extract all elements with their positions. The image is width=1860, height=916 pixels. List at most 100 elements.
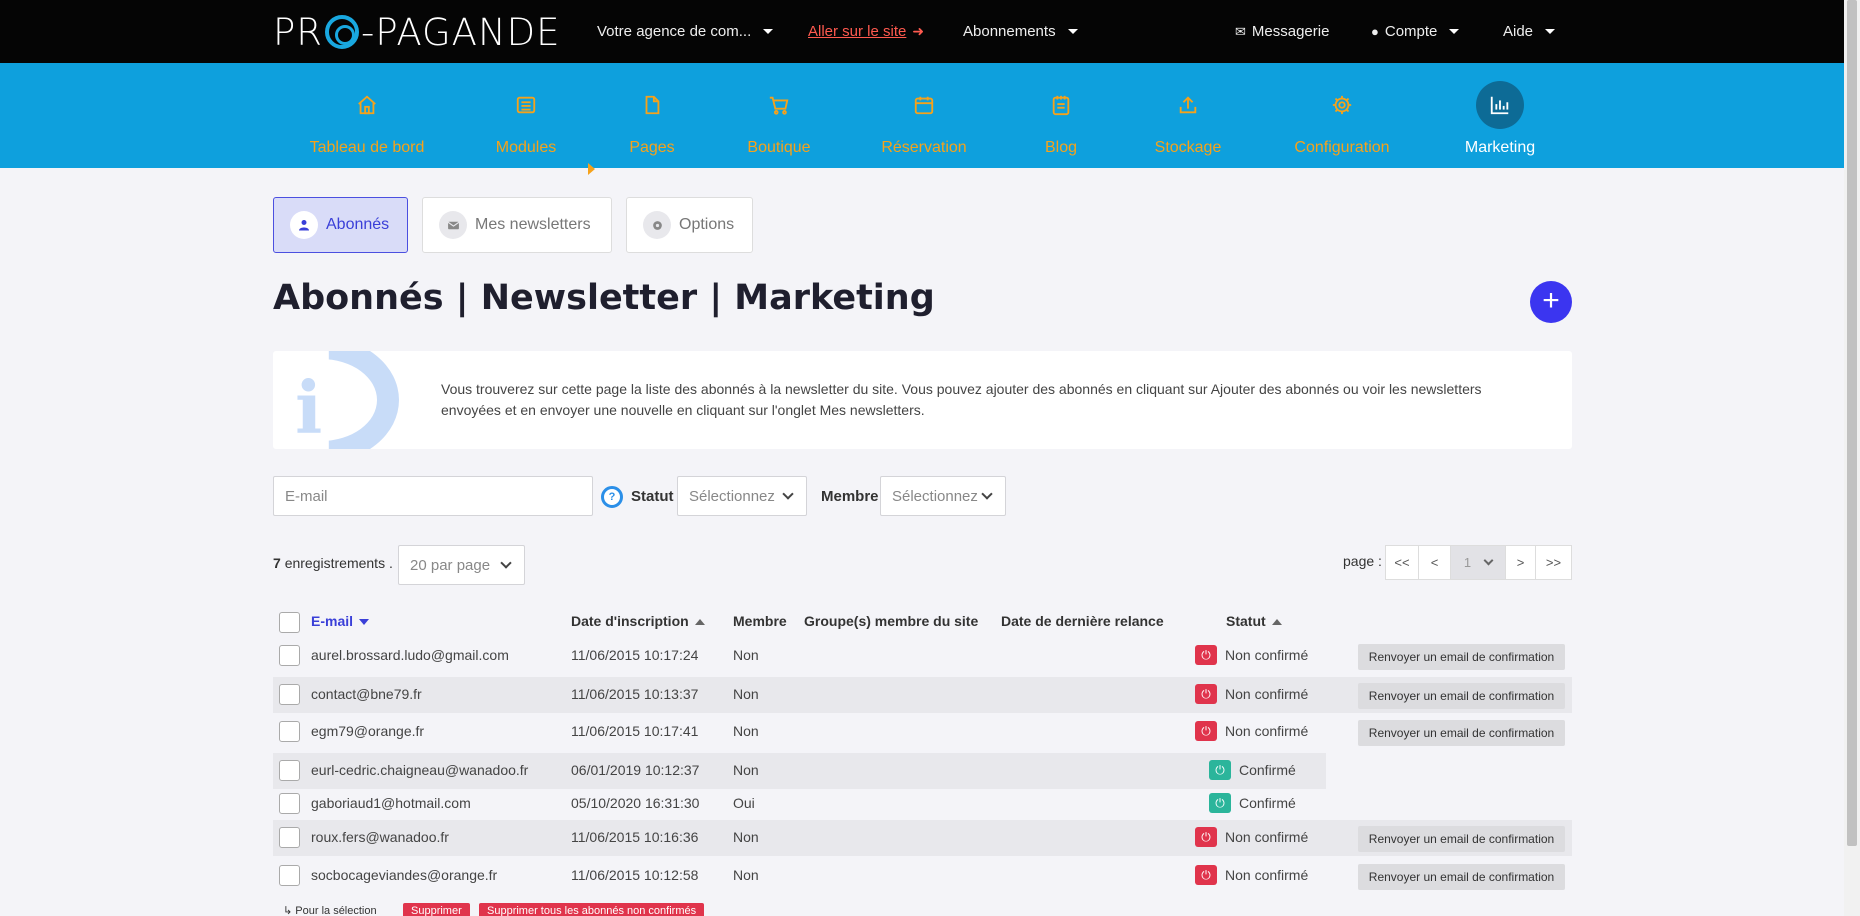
pager-prev-button[interactable]: <	[1418, 545, 1451, 580]
add-subscriber-button[interactable]: +	[1530, 281, 1572, 323]
delete-unconfirmed-button[interactable]: Supprimer tous les abonnés non confirmés	[479, 903, 705, 916]
visit-site-link[interactable]: Aller sur le site ➜	[808, 0, 924, 63]
tab-subscribers[interactable]: Abonnés	[273, 197, 408, 253]
account-dropdown[interactable]: ● Compte	[1371, 0, 1460, 63]
pager-first-button[interactable]: <<	[1385, 545, 1419, 580]
user-circle-icon: ●	[1371, 24, 1379, 39]
logo[interactable]: PR -PAGANDE	[273, 11, 561, 54]
status-filter-select[interactable]: Sélectionnez	[677, 476, 807, 516]
nav-item-pages[interactable]: Pages	[622, 63, 682, 168]
delete-selected-button[interactable]: Supprimer	[403, 903, 470, 916]
info-panel: i Vous trouverez sur cette page la liste…	[273, 351, 1572, 449]
power-icon[interactable]: ⏻	[1195, 684, 1217, 704]
table-row: eurl-cedric.chaigneau@wanadoo.fr 06/01/2…	[273, 753, 1326, 789]
subscriptions-dropdown[interactable]: Abonnements	[963, 0, 1078, 63]
member-filter-label: Membre	[821, 488, 879, 505]
messages-link[interactable]: ✉ Messagerie	[1235, 0, 1329, 63]
nav-item-blog[interactable]: Blog	[1040, 63, 1082, 168]
pager-last-button[interactable]: >>	[1535, 545, 1572, 580]
row-checkbox[interactable]	[279, 645, 300, 666]
agency-dropdown[interactable]: Votre agence de com...	[597, 0, 774, 63]
tab-label: Mes newsletters	[475, 216, 591, 233]
column-header-member[interactable]: Membre	[733, 613, 787, 629]
member-filter-select[interactable]: Sélectionnez	[880, 476, 1006, 516]
column-header-groups[interactable]: Groupe(s) membre du site	[804, 613, 978, 629]
row-checkbox[interactable]	[279, 760, 300, 781]
per-page-select[interactable]: 20 par page	[398, 545, 525, 585]
external-link-icon: ➜	[912, 23, 925, 39]
chevron-right-icon	[588, 163, 595, 175]
row-date: 11/06/2015 10:13:37	[571, 686, 699, 702]
row-checkbox[interactable]	[279, 793, 300, 814]
page-scrollbar[interactable]	[1844, 0, 1860, 916]
column-header-status[interactable]: Statut	[1226, 613, 1282, 629]
nav-label: Stockage	[1154, 139, 1222, 156]
nav-item-marketing[interactable]: Marketing	[1460, 63, 1540, 168]
row-email: eurl-cedric.chaigneau@wanadoo.fr	[311, 762, 529, 778]
account-label: Compte	[1384, 23, 1438, 40]
nav-item-shop[interactable]: Boutique	[742, 63, 816, 168]
nav-item-configuration[interactable]: Configuration	[1290, 63, 1394, 168]
column-header-date[interactable]: Date d'inscription	[571, 613, 705, 629]
messages-label: Messagerie	[1251, 23, 1330, 40]
row-email: roux.fers@wanadoo.fr	[311, 829, 449, 845]
bulk-label-text: Pour la sélection	[295, 905, 377, 916]
row-checkbox[interactable]	[279, 827, 300, 848]
row-status: Non confirmé	[1225, 867, 1309, 883]
table-row: aurel.brossard.ludo@gmail.com 11/06/2015…	[273, 637, 1572, 673]
record-count-number: 7	[273, 555, 281, 571]
member-filter-value: Sélectionnez	[892, 487, 978, 505]
row-email: egm79@orange.fr	[311, 723, 425, 739]
scrollbar-thumb[interactable]	[1847, 0, 1857, 846]
pager-current-value: 1	[1463, 555, 1472, 570]
tab-options[interactable]: Options	[626, 197, 753, 253]
power-icon[interactable]: ⏻	[1209, 793, 1231, 813]
tab-my-newsletters[interactable]: Mes newsletters	[422, 197, 612, 253]
power-icon[interactable]: ⏻	[1195, 721, 1217, 741]
row-status: Non confirmé	[1225, 686, 1309, 702]
power-icon[interactable]: ⏻	[1195, 827, 1217, 847]
email-filter-input[interactable]: E-mail	[273, 476, 593, 516]
resend-confirmation-button[interactable]: Renvoyer un email de confirmation	[1358, 644, 1565, 670]
row-email: aurel.brossard.ludo@gmail.com	[311, 647, 509, 663]
nav-item-dashboard[interactable]: Tableau de bord	[308, 63, 426, 168]
row-checkbox[interactable]	[279, 721, 300, 742]
row-date: 11/06/2015 10:12:58	[571, 867, 699, 883]
column-header-last-reminder[interactable]: Date de dernière relance	[1001, 613, 1164, 629]
row-date: 11/06/2015 10:17:41	[571, 723, 699, 739]
record-count: 7 enregistrements .	[273, 555, 393, 571]
row-checkbox[interactable]	[279, 865, 300, 886]
chevron-down-icon	[981, 488, 993, 500]
caret-down-icon	[1067, 29, 1078, 34]
row-member: Non	[733, 829, 759, 845]
page-icon	[628, 81, 676, 129]
resend-confirmation-button[interactable]: Renvoyer un email de confirmation	[1358, 826, 1565, 852]
nav-item-booking[interactable]: Réservation	[876, 63, 972, 168]
select-all-checkbox[interactable]	[279, 612, 300, 633]
power-icon[interactable]: ⏻	[1195, 645, 1217, 665]
nav-label: Blog	[1044, 139, 1078, 156]
power-icon[interactable]: ⏻	[1209, 760, 1231, 780]
row-checkbox[interactable]	[279, 684, 300, 705]
row-date: 11/06/2015 10:17:24	[571, 647, 699, 663]
nav-item-storage[interactable]: Stockage	[1152, 63, 1224, 168]
sort-up-icon	[1271, 619, 1282, 626]
status-filter-value: Sélectionnez	[689, 487, 775, 505]
resend-confirmation-button[interactable]: Renvoyer un email de confirmation	[1358, 864, 1565, 890]
nav-label: Marketing	[1464, 139, 1536, 156]
help-icon[interactable]: ?	[601, 486, 623, 508]
nav-label: Tableau de bord	[309, 139, 425, 156]
nav-item-modules[interactable]: Modules	[488, 63, 564, 168]
resend-confirmation-button[interactable]: Renvoyer un email de confirmation	[1358, 683, 1565, 709]
column-header-email[interactable]: E-mail	[311, 613, 370, 629]
pager-next-button[interactable]: >	[1505, 545, 1536, 580]
column-header-label: Statut	[1226, 613, 1266, 629]
help-dropdown[interactable]: Aide	[1503, 0, 1556, 63]
resend-confirmation-button[interactable]: Renvoyer un email de confirmation	[1358, 720, 1565, 746]
row-status: Non confirmé	[1225, 829, 1309, 845]
power-icon[interactable]: ⏻	[1195, 865, 1217, 885]
chevron-down-icon	[782, 488, 794, 500]
pager-current-select[interactable]: 1	[1450, 545, 1506, 580]
row-member: Non	[733, 867, 759, 883]
cart-icon	[755, 81, 803, 129]
